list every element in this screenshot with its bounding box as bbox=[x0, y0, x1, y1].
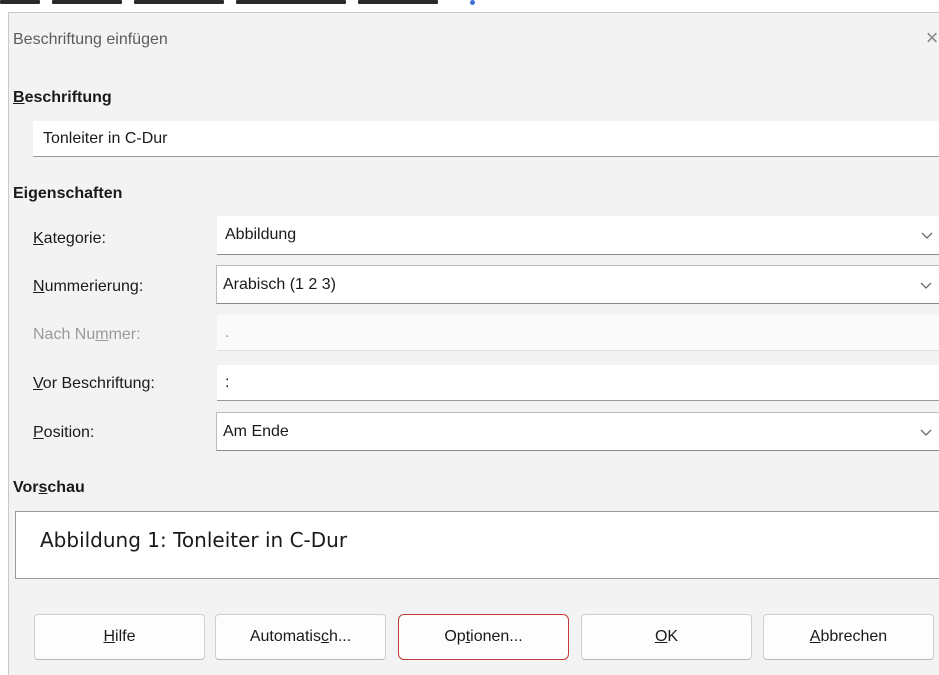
screen: Beschriftung einfügen × Beschriftung Eig… bbox=[0, 0, 939, 675]
category-value: Abbildung bbox=[225, 226, 297, 243]
caption-heading: Beschriftung bbox=[13, 89, 112, 106]
caption-input[interactable] bbox=[33, 121, 939, 157]
chevron-down-icon bbox=[920, 282, 932, 289]
before-caption-input[interactable] bbox=[217, 365, 939, 401]
options-button[interactable]: Op t ionen... bbox=[398, 614, 569, 660]
position-select[interactable]: Am Ende bbox=[216, 412, 939, 451]
cancel-button[interactable]: Abbrechen bbox=[763, 614, 934, 660]
insert-caption-dialog: Beschriftung einfügen × Beschriftung Eig… bbox=[8, 12, 939, 675]
after-number-input bbox=[217, 315, 939, 351]
close-icon[interactable]: × bbox=[921, 27, 939, 49]
preview-heading: Vorschau bbox=[13, 479, 85, 496]
dialog-title: Beschriftung einfügen bbox=[13, 31, 168, 48]
chevron-down-icon bbox=[921, 232, 933, 239]
category-select[interactable]: Abbildung bbox=[217, 216, 939, 255]
chevron-down-icon bbox=[920, 429, 932, 436]
document-background bbox=[0, 0, 500, 8]
preview-box: Abbildung 1: Tonleiter in C-Dur bbox=[15, 511, 939, 579]
position-value: Am Ende bbox=[223, 422, 289, 440]
position-label: Position: bbox=[33, 424, 95, 441]
numbering-select[interactable]: Arabisch (1 2 3) bbox=[216, 265, 939, 304]
properties-heading: Eigenschaften bbox=[13, 185, 123, 202]
category-label: Kategorie: bbox=[33, 230, 106, 247]
numbering-label: Nummerierung: bbox=[33, 278, 144, 295]
before-caption-label: Vor Beschriftung: bbox=[33, 375, 155, 392]
ok-button[interactable]: OK bbox=[581, 614, 752, 660]
help-button[interactable]: Hilfe bbox=[34, 614, 205, 660]
after-number-label: Nach Nummer: bbox=[33, 326, 141, 343]
dialog-titlebar: Beschriftung einfügen × bbox=[9, 13, 939, 69]
auto-button[interactable]: Automatis c h... bbox=[215, 614, 386, 660]
numbering-value: Arabisch (1 2 3) bbox=[223, 275, 336, 293]
preview-text: Abbildung 1: Tonleiter in C-Dur bbox=[40, 528, 348, 552]
